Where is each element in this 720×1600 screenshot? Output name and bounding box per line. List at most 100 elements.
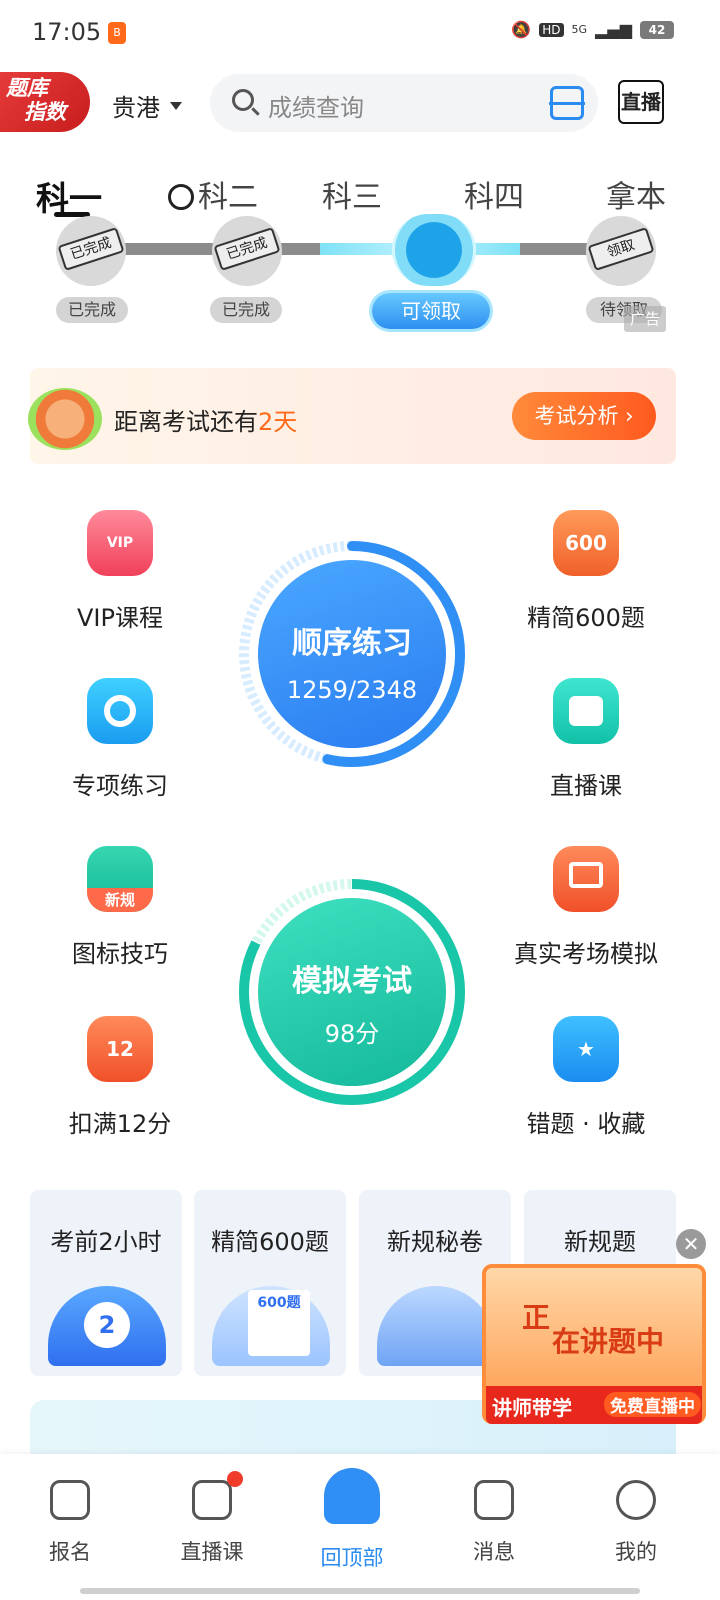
feature-exam-simulation[interactable]: 真实考场模拟	[506, 846, 666, 969]
feature-label: 真实考场模拟	[514, 940, 658, 968]
tab-subject-4[interactable]: 科四	[464, 172, 524, 216]
countdown-prefix: 距离考试还有	[114, 408, 258, 436]
vip-icon: VIP	[87, 510, 153, 576]
exam-analysis-button[interactable]: 考试分析 ›	[512, 392, 656, 440]
card-600-questions[interactable]: 精简600题 600题	[194, 1190, 346, 1376]
ad-footer-left: 讲师带学	[492, 1396, 572, 1420]
ad-footer-right: 免费直播中	[604, 1392, 701, 1417]
scan-icon[interactable]	[549, 86, 585, 120]
smile-icon	[616, 1480, 656, 1520]
bottom-navigation: 报名 直播课 回顶部 消息 我的	[0, 1454, 720, 1600]
logo-line-2: 指数	[24, 100, 66, 124]
logo-line-1: 题库	[6, 76, 48, 100]
countdown-text: 距离考试还有2天	[114, 402, 297, 437]
nav-signup[interactable]: 报名	[10, 1472, 130, 1566]
feature-vip-course[interactable]: VIP VIP课程	[40, 510, 200, 633]
nav-label: 报名	[49, 1540, 91, 1564]
nav-label: 直播课	[180, 1540, 244, 1564]
nav-messages[interactable]: 消息	[434, 1472, 554, 1566]
subject-tabs: 科一 科二 科三 科四 拿本	[0, 160, 720, 220]
progress-label-2: 已完成	[210, 297, 282, 323]
claim-button[interactable]: 可领取	[372, 293, 490, 329]
nav-label: 消息	[473, 1540, 515, 1564]
notification-dot	[227, 1471, 243, 1487]
mock-exam-button[interactable]: 模拟考试 98分	[258, 898, 446, 1086]
feature-label: 扣满12分	[68, 1110, 172, 1138]
feature-label: 专项练习	[72, 772, 168, 800]
card-title: 新规题	[564, 1228, 636, 1256]
signal-icon: ▂▄▆	[595, 20, 632, 39]
feature-label: VIP课程	[77, 604, 163, 632]
practice-progress: 1259/2348	[286, 676, 418, 704]
hd-icon: HD	[539, 22, 564, 37]
video-icon	[553, 678, 619, 744]
ad-text-1: 正	[522, 1301, 551, 1334]
card-title: 考前2小时	[50, 1228, 162, 1256]
ad-text-2: 在讲题中	[552, 1325, 665, 1358]
live-button[interactable]: 直播	[618, 80, 664, 124]
search-placeholder: 成绩查询	[268, 94, 364, 122]
sign-icon: 新规	[87, 846, 153, 912]
exam-countdown-banner[interactable]: 距离考试还有2天 考试分析 ›	[28, 368, 676, 464]
status-time: 17:05	[32, 18, 102, 46]
feature-label: 图标技巧	[72, 940, 168, 968]
caret-down-icon	[170, 101, 182, 110]
tv-play-icon	[192, 1471, 243, 1520]
status-icons: 🔕 HD 5G ▂▄▆ 42	[511, 20, 674, 39]
feature-special-practice[interactable]: 专项练习	[40, 678, 200, 801]
tab-license[interactable]: 拿本	[606, 172, 666, 216]
feature-label: 精简600题	[527, 604, 645, 632]
checklist-illustration	[377, 1286, 495, 1366]
sequential-practice-button[interactable]: 顺序练习 1259/2348	[258, 560, 446, 748]
target-icon	[87, 678, 153, 744]
battery-icon: 42	[640, 20, 674, 39]
rocket-icon	[324, 1468, 380, 1524]
nav-label: 回顶部	[320, 1546, 384, 1570]
bookmark-star-icon: ★	[553, 1016, 619, 1082]
paper-illustration: 600题	[212, 1286, 330, 1366]
tab-subject-2-label: 科二	[198, 180, 258, 215]
signup-doc-icon	[50, 1480, 90, 1520]
exam-title: 模拟考试	[292, 964, 412, 999]
feature-label: 错题 · 收藏	[526, 1110, 646, 1138]
countdown-days: 2天	[258, 408, 298, 436]
notification-app-icon: B	[108, 22, 126, 44]
tab-subject-3[interactable]: 科三	[322, 172, 382, 216]
feature-label: 直播课	[550, 772, 622, 800]
ad-tag: 广告	[624, 306, 666, 332]
feature-sign-tips[interactable]: 新规 图标技巧	[40, 846, 200, 969]
feature-12-points[interactable]: 12 扣满12分	[40, 1016, 200, 1139]
search-icon	[232, 89, 254, 111]
progress-label-1: 已完成	[56, 297, 128, 323]
chat-bubble-icon	[474, 1480, 514, 1520]
nav-back-to-top[interactable]: 回顶部	[292, 1468, 412, 1572]
tab-subject-2[interactable]: 科二	[168, 172, 258, 216]
exam-score: 98分	[324, 1020, 380, 1048]
stopwatch-illustration: 2	[48, 1286, 166, 1366]
app-logo[interactable]: 题库 指数	[0, 72, 90, 132]
countdown-illustration	[28, 388, 102, 450]
floating-live-ad[interactable]: 正 在讲题中 讲师带学 免费直播中	[482, 1264, 706, 1424]
nav-live-course[interactable]: 直播课	[152, 1471, 272, 1566]
monitor-icon	[553, 846, 619, 912]
network-label: 5G	[571, 23, 588, 36]
home-indicator	[80, 1588, 640, 1594]
city-label: 贵港	[112, 94, 160, 122]
city-selector[interactable]: 贵港	[112, 88, 182, 123]
calendar-12-icon: 12	[87, 1016, 153, 1082]
practice-title: 顺序练习	[292, 626, 412, 661]
card-title: 精简600题	[211, 1228, 329, 1256]
feature-600-questions[interactable]: 600 精简600题	[506, 510, 666, 633]
status-bar: 17:05 B 🔕 HD 5G ▂▄▆ 42	[0, 0, 720, 66]
close-ad-button[interactable]: ✕	[676, 1229, 706, 1259]
feature-live-course[interactable]: 直播课	[506, 678, 666, 801]
card-2-hours-before-exam[interactable]: 考前2小时 2	[30, 1190, 182, 1376]
card-title: 新规秘卷	[387, 1228, 483, 1256]
search-bar[interactable]: 成绩查询	[210, 74, 598, 132]
feature-wrong-favorites[interactable]: ★ 错题 · 收藏	[506, 1016, 666, 1139]
nav-profile[interactable]: 我的	[576, 1472, 696, 1566]
600-icon: 600	[553, 510, 619, 576]
mute-bell-icon: 🔕	[511, 20, 532, 39]
car-reward-icon[interactable]	[392, 214, 476, 286]
nav-label: 我的	[615, 1540, 657, 1564]
